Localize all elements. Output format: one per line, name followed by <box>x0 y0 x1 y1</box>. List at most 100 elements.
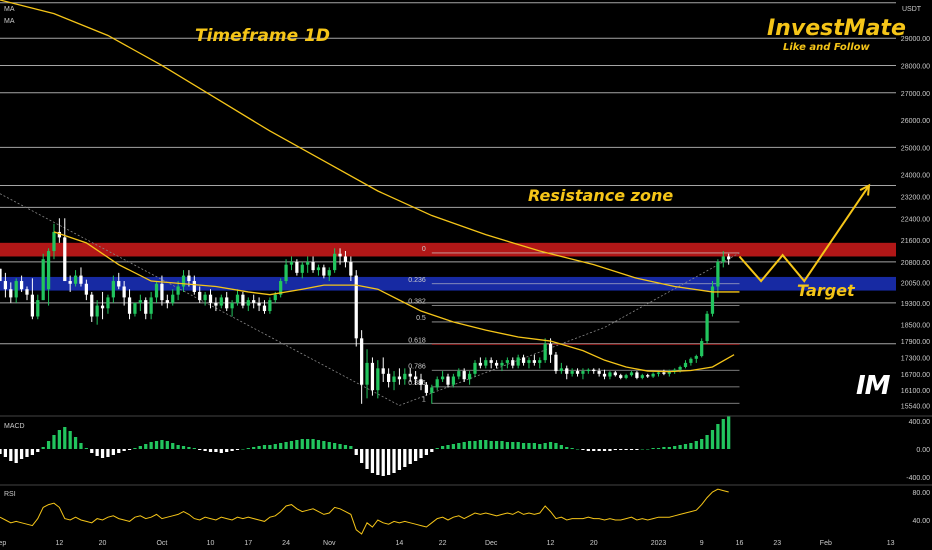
macd-bar <box>192 448 196 449</box>
macd-bar <box>241 449 245 450</box>
macd-bar <box>424 449 429 455</box>
macd-bar <box>721 419 725 449</box>
macd-bar <box>392 449 396 473</box>
candle-body <box>289 261 294 265</box>
candle-body <box>214 302 218 306</box>
ma-legend-1[interactable]: MA <box>4 6 15 13</box>
macd-bar <box>90 449 94 453</box>
macd-bar <box>230 449 234 451</box>
macd-bar <box>365 449 369 469</box>
macd-bar <box>446 445 450 449</box>
y-tick-label: 16100.00 <box>901 388 930 395</box>
candle-body <box>79 275 83 284</box>
macd-bar <box>484 440 488 449</box>
y-tick-label: 18500.00 <box>901 323 930 330</box>
candle-body <box>656 372 661 374</box>
macd-bar <box>214 449 218 452</box>
candle-body <box>295 261 299 273</box>
macd-bar <box>381 449 385 476</box>
candle-body <box>592 369 596 372</box>
macd-bar <box>208 449 213 452</box>
candle-body <box>403 373 407 380</box>
macd-label[interactable]: MACD <box>4 423 25 430</box>
x-tick-label: 24 <box>282 540 290 547</box>
candle-body <box>532 360 536 363</box>
annotation-target: Target <box>797 281 855 300</box>
ma-legend-2[interactable]: MA <box>4 18 15 25</box>
macd-bar <box>41 447 45 449</box>
macd-bar <box>705 435 709 449</box>
macd-bar <box>727 416 731 449</box>
macd-bar <box>117 449 121 453</box>
x-tick-label: Feb <box>820 540 832 547</box>
macd-bar <box>343 445 348 449</box>
currency-label: USDT <box>902 6 922 13</box>
candle-body <box>721 256 725 262</box>
candle-body <box>0 268 2 282</box>
macd-bar <box>225 449 229 452</box>
candle-body <box>484 360 488 366</box>
candle-body <box>327 270 331 276</box>
x-tick-label: 16 <box>736 540 744 547</box>
macd-bar <box>181 446 186 449</box>
candle-body <box>694 356 698 359</box>
macd-bar <box>500 441 504 449</box>
candle-body <box>624 375 628 378</box>
macd-bar <box>279 443 283 449</box>
candle-body <box>700 341 704 357</box>
macd-bar <box>370 449 375 473</box>
macd-bar <box>246 448 250 449</box>
candle-body <box>548 343 553 355</box>
macd-bar <box>354 449 358 455</box>
candle-body <box>635 372 639 378</box>
candle-body <box>181 275 186 287</box>
candle-body <box>117 281 121 287</box>
macd-bar <box>106 449 110 457</box>
macd-bar <box>635 449 639 450</box>
macd-bar <box>651 448 655 449</box>
candle-body <box>646 375 650 377</box>
macd-bar <box>36 449 40 452</box>
macd-bar <box>694 441 698 449</box>
macd-bar <box>3 449 8 457</box>
candle-body <box>538 360 542 363</box>
macd-bar <box>473 441 477 449</box>
candle-body <box>154 283 159 298</box>
y-tick-label: 28000.00 <box>901 63 930 70</box>
macd-bar <box>57 430 61 449</box>
x-tick-label: 13 <box>887 540 895 547</box>
macd-bar <box>624 449 628 450</box>
candle-body <box>165 300 169 303</box>
candle-body <box>451 376 456 385</box>
rsi-label[interactable]: RSI <box>4 491 16 498</box>
candle-body <box>230 302 234 309</box>
macd-bar <box>532 443 536 449</box>
y-tick-label: 16700.00 <box>901 372 930 379</box>
y-tick-label: 24000.00 <box>901 173 930 180</box>
fib-level-label: 0.5 <box>416 315 426 322</box>
candle-body <box>90 294 94 317</box>
macd-bar <box>673 446 677 449</box>
fib-level-label: 0.382 <box>408 299 426 306</box>
candle-body <box>349 261 353 276</box>
macd-bar <box>376 449 380 475</box>
macd-bar <box>176 445 180 449</box>
macd-bar <box>68 431 72 449</box>
candle-body <box>494 362 499 366</box>
candle-body <box>597 371 601 374</box>
macd-bar <box>440 446 445 449</box>
macd-bar <box>219 449 223 453</box>
fib-level-label: 0.236 <box>408 277 426 284</box>
macd-bar <box>52 435 56 449</box>
trading-chart[interactable]: 0 0.236 0.382 0.5 0.618 0.786 0.886 1 400.00 0.0… <box>0 0 932 550</box>
macd-bar <box>289 441 294 449</box>
macd-bar <box>73 437 78 449</box>
macd-bar <box>689 443 693 449</box>
macd-bar <box>0 449 2 454</box>
y-tick-label: 26000.00 <box>901 118 930 125</box>
candle-body <box>122 286 126 298</box>
macd-bar <box>565 447 569 449</box>
candle-body <box>559 368 563 372</box>
x-tick-label: 20 <box>99 540 107 547</box>
rsi-tick-label: 80.00 <box>912 490 930 497</box>
